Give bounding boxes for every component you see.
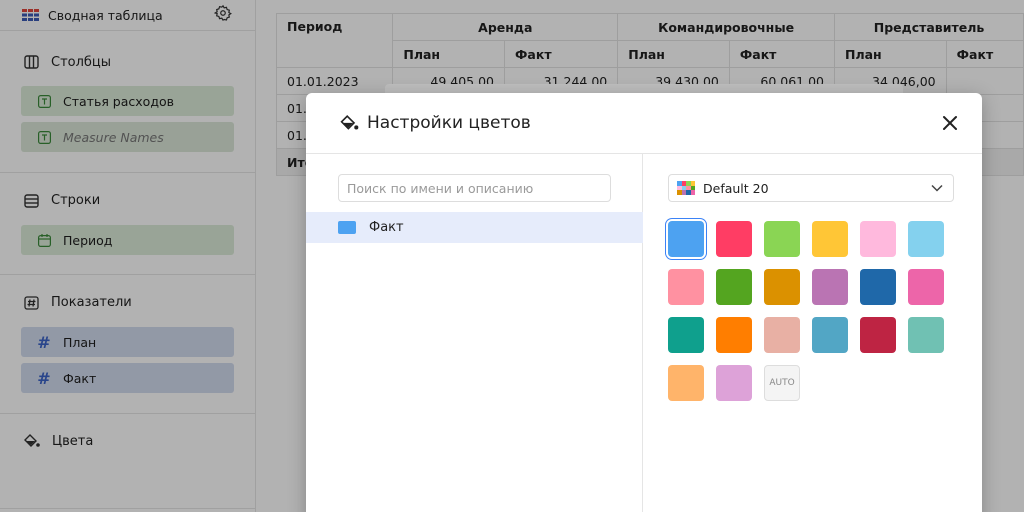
color-swatch[interactable] (716, 317, 752, 353)
color-swatch[interactable] (812, 317, 848, 353)
color-swatch[interactable] (716, 365, 752, 401)
palette-name: Default 20 (703, 180, 769, 196)
palette-panel: Default 20 AUTO (644, 154, 982, 512)
color-swatch[interactable] (812, 221, 848, 257)
color-swatch[interactable] (668, 269, 704, 305)
color-swatch[interactable] (908, 317, 944, 353)
list-item-fact[interactable]: Факт (306, 212, 643, 243)
paint-bucket-icon (340, 114, 359, 130)
dialog-title: Настройки цветов (367, 113, 531, 133)
color-swatch[interactable] (668, 221, 704, 257)
search-input[interactable] (338, 174, 611, 202)
color-swatch[interactable] (860, 221, 896, 257)
color-swatch[interactable] (764, 317, 800, 353)
color-swatch[interactable] (716, 269, 752, 305)
color-swatch[interactable] (860, 269, 896, 305)
color-swatch[interactable] (716, 221, 752, 257)
color-swatch[interactable] (764, 269, 800, 305)
color-swatch[interactable] (908, 221, 944, 257)
dimension-values-panel: Факт (306, 154, 643, 512)
palette-mosaic-icon (677, 181, 695, 195)
dialog-header: Настройки цветов (306, 93, 982, 154)
color-swatch[interactable] (668, 365, 704, 401)
color-swatch[interactable] (860, 317, 896, 353)
color-swatch[interactable] (764, 221, 800, 257)
close-icon[interactable] (942, 115, 958, 131)
palette-select[interactable]: Default 20 (668, 174, 954, 202)
color-swatch[interactable] (908, 269, 944, 305)
chevron-down-icon (931, 184, 943, 192)
item-color-swatch (338, 221, 356, 234)
color-swatch[interactable] (668, 317, 704, 353)
auto-color-swatch[interactable]: AUTO (764, 365, 800, 401)
color-settings-dialog: Настройки цветов Факт Default 20 AUTO (306, 93, 982, 512)
color-swatch[interactable] (812, 269, 848, 305)
